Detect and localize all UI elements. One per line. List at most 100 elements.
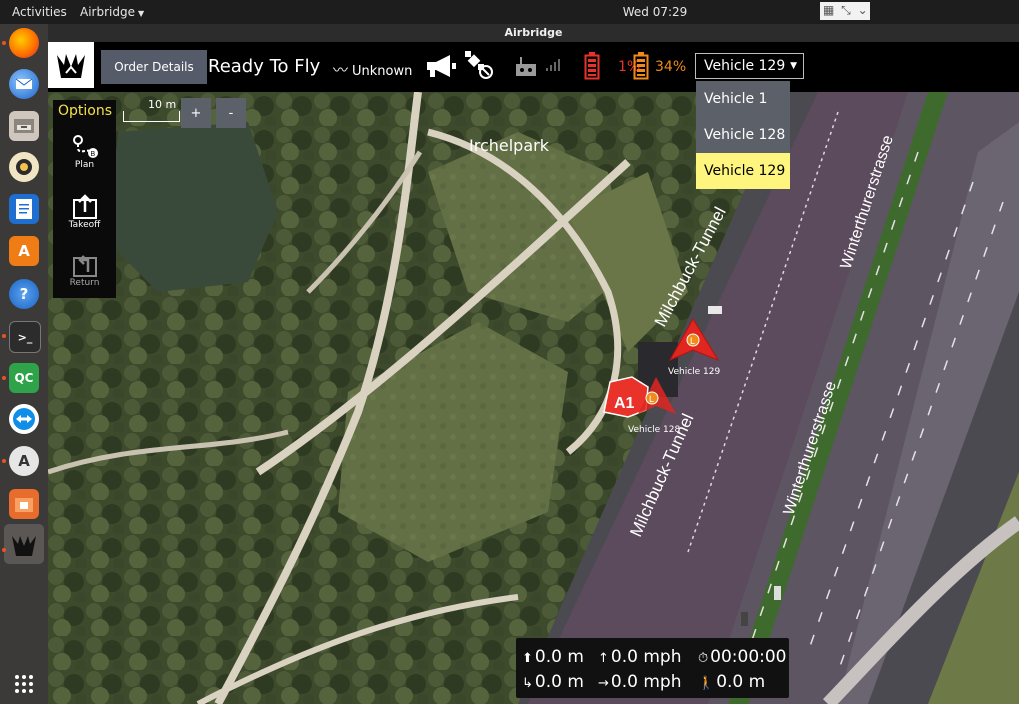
vehicle-dropdown-menu: Vehicle 1 Vehicle 128 Vehicle 129 [696,81,790,189]
stopwatch-icon: ⏱ [698,651,709,666]
plan-label: Plan [74,160,95,170]
svg-text:B: B [90,151,95,158]
dock: A ? >_ QC A [0,24,48,704]
window-title: Airbridge [48,24,1019,42]
home-distance-readout: ↳ 0.0 m [522,672,584,692]
envelope-icon [15,78,33,89]
firefox-icon[interactable] [9,28,39,58]
software-center-glyph: A [18,242,30,260]
ground-speed-value: 0.0 mph [610,672,682,692]
car [741,612,748,626]
a1-shield-label: A1 [614,395,635,412]
speaker-icon [16,159,32,175]
vehicle-128-label[interactable]: Vehicle 128 [628,425,680,435]
return-arrow-icon: ↳ [522,676,533,691]
megaphone-icon[interactable] [424,53,458,79]
airbridge-logo-icon [12,536,36,556]
system-top-bar: Activities Airbridge ▼ Wed 07:29 ▦ ⤡ ⌄ [0,0,1019,24]
terminal-glyph: >_ [17,330,33,344]
help-glyph: ? [19,285,29,303]
arrow-right-icon: → [598,676,609,691]
car [708,306,722,314]
software-center-icon[interactable]: A [9,236,39,266]
battery-icon-orange[interactable] [633,52,649,80]
flight-time-value: 00:00:00 [710,647,787,667]
walk-distance-value: 0.0 m [716,672,766,692]
map-view[interactable]: A1 Milchbuck-Tunnel Milchbuck-Tunnel Win… [48,92,1019,704]
grid-icon[interactable]: ▦ [823,3,834,17]
vertical-speed-readout: ↑ 0.0 mph [598,647,681,667]
files-icon[interactable] [9,111,39,141]
home-distance-value: 0.0 m [534,672,584,692]
terminal-icon[interactable]: >_ [9,321,41,353]
vehicle-option-129[interactable]: Vehicle 129 [696,153,790,189]
rhythmbox-icon[interactable] [9,152,39,182]
gps-satellite-icon[interactable] [464,50,494,80]
telemetry-panel: ⬆ 0.0 m ↑ 0.0 mph ⏱ 00:00:00 ↳ 0.0 m → 0.0 mp… [516,638,789,698]
battery-icon-red[interactable] [584,52,600,80]
window-controls: ▦ ⤡ ⌄ [820,2,870,20]
app-menu-label: Airbridge [80,5,135,19]
crown-icon [57,54,85,78]
order-details-button[interactable]: Order Details [101,50,207,84]
vehicle-option-1[interactable]: Vehicle 1 [696,81,790,117]
flight-mode[interactable]: 〰 Unknown [333,59,412,80]
vehicle-status[interactable]: Ready To Fly [208,56,320,77]
return-button[interactable]: Return [53,252,116,288]
running-indicator [2,459,6,463]
thunderbird-icon[interactable] [9,69,39,99]
chevron-down-icon: ▼ [137,9,145,18]
vehicle-select[interactable]: Vehicle 129 ▼ [695,53,804,79]
scale-label: 10 m [148,98,177,111]
zoom-in-button[interactable]: + [181,98,211,128]
vehicle-select-value: Vehicle 129 [704,58,786,74]
takeoff-label: Takeoff [68,220,101,230]
return-label: Return [69,278,100,288]
teamviewer-icon[interactable] [9,404,39,434]
zoom-out-button[interactable]: - [216,98,246,128]
scale-bar [123,111,180,122]
activities-button[interactable]: Activities [12,5,67,19]
qgroundcontrol-icon[interactable]: QC [9,363,39,393]
airbridge-logo-icon[interactable] [48,42,94,88]
running-indicator [2,548,6,552]
archive-icon [15,498,33,512]
takeoff-icon [72,194,97,219]
altitude-readout: ⬆ 0.0 m [522,647,584,667]
show-apps-icon[interactable] [9,669,39,699]
altitude-up-icon: ⬆ [522,651,533,666]
software-updater-glyph: A [18,452,30,470]
drawer-icon [14,119,34,133]
qgroundcontrol-glyph: QC [14,371,34,385]
chevron-down-icon[interactable]: ⌄ [858,3,868,17]
plan-button[interactable]: B Plan [53,134,116,170]
help-icon[interactable]: ? [9,279,39,309]
rc-transmitter-icon[interactable] [514,56,538,78]
libreoffice-writer-icon[interactable] [9,194,39,224]
flight-mode-icon: 〰 [333,61,349,79]
app-menu[interactable]: Airbridge ▼ [80,5,144,19]
double-arrow-icon [13,408,35,430]
car [774,586,781,600]
ground-speed-readout: → 0.0 mph [598,672,681,692]
vehicle-option-128[interactable]: Vehicle 128 [696,117,790,153]
vertical-speed-value: 0.0 mph [610,647,682,667]
walk-distance-readout: 🚶 0.0 m [698,672,765,692]
place-label-irchelpark: Irchelpark [469,136,549,155]
takeoff-button[interactable]: Takeoff [53,194,116,230]
pond [108,122,278,292]
grid-icon [15,675,33,693]
file-roller-icon[interactable] [9,489,39,519]
software-updater-icon[interactable]: A [9,446,39,476]
document-icon [16,199,32,219]
caret-down-icon: ▼ [790,61,797,71]
battery-2-percent: 34% [655,59,687,75]
airbridge-icon[interactable] [9,530,39,560]
altitude-value: 0.0 m [534,647,584,667]
return-icon [72,255,97,277]
vehicle-129-label[interactable]: Vehicle 129 [668,367,720,377]
walking-person-icon: 🚶 [698,676,715,691]
signal-strength-icon [546,59,560,71]
resize-icon[interactable]: ⤡ [841,3,851,18]
running-indicator [2,376,6,380]
